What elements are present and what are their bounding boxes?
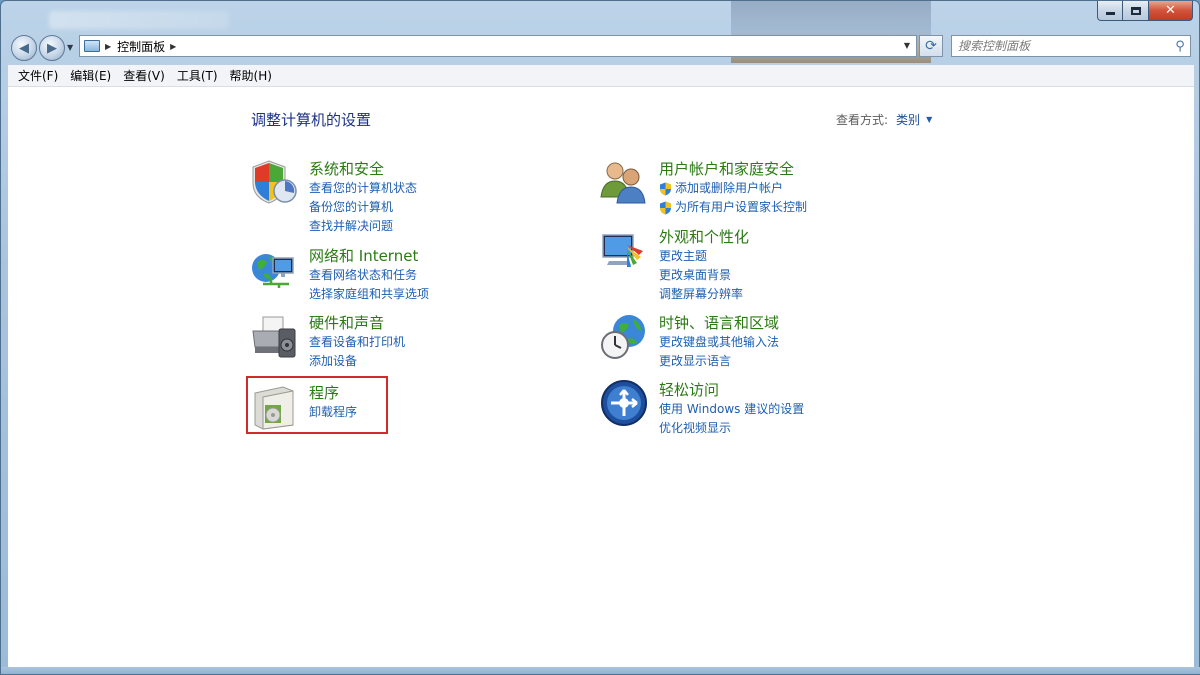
clock-globe-icon xyxy=(601,315,645,359)
maximize-button[interactable] xyxy=(1123,1,1149,21)
monitor-palette-icon xyxy=(602,234,643,267)
view-by-label: 查看方式: xyxy=(836,113,889,127)
maximize-icon xyxy=(1130,6,1141,15)
category-title[interactable]: 系统和安全 xyxy=(309,159,417,179)
caption-buttons: ✕ xyxy=(1097,1,1193,21)
category-title[interactable]: 硬件和声音 xyxy=(309,313,405,333)
link-change-input-method[interactable]: 更改键盘或其他输入法 xyxy=(659,333,779,352)
forward-arrow-icon: ▶ xyxy=(47,40,57,56)
minimize-button[interactable] xyxy=(1097,1,1123,21)
refresh-icon: ⟳ xyxy=(925,38,937,54)
category-title[interactable]: 外观和个性化 xyxy=(659,227,749,247)
back-arrow-icon: ◀ xyxy=(19,40,29,56)
address-bar[interactable]: ▶ 控制面板 ▶ ▼ xyxy=(79,35,917,57)
menu-help[interactable]: 帮助(H) xyxy=(224,67,278,84)
link-change-background[interactable]: 更改桌面背景 xyxy=(659,266,749,285)
refresh-button[interactable]: ⟳ xyxy=(919,35,943,57)
menu-view[interactable]: 查看(V) xyxy=(117,67,171,84)
close-button[interactable]: ✕ xyxy=(1149,1,1193,21)
link-parental-controls[interactable]: 为所有用户设置家长控制 xyxy=(659,198,807,217)
category-hardware-sound: 硬件和声音 查看设备和打印机 添加设备 xyxy=(249,311,405,371)
back-button[interactable]: ◀ xyxy=(11,35,37,61)
uac-shield-icon xyxy=(660,201,671,214)
view-by-dropdown-icon[interactable]: ▼ xyxy=(926,115,932,124)
category-appearance: 外观和个性化 更改主题 更改桌面背景 调整屏幕分辨率 xyxy=(599,225,749,304)
category-title[interactable]: 用户帐户和家庭安全 xyxy=(659,159,807,179)
uac-shield-icon xyxy=(660,182,671,195)
link-add-device[interactable]: 添加设备 xyxy=(309,352,405,371)
view-by-selector[interactable]: 类别 xyxy=(896,111,920,128)
search-box[interactable]: ⚲ xyxy=(951,35,1191,57)
page-title: 调整计算机的设置 xyxy=(251,111,372,129)
highlight-box xyxy=(246,376,388,434)
ease-of-access-icon xyxy=(601,380,647,426)
category-title[interactable]: 轻松访问 xyxy=(659,380,804,400)
link-view-network-status[interactable]: 查看网络状态和任务 xyxy=(309,266,429,285)
menu-bar: 文件(F) 编辑(E) 查看(V) 工具(T) 帮助(H) xyxy=(8,65,1194,87)
menu-tools[interactable]: 工具(T) xyxy=(171,67,224,84)
category-clock-region: 时钟、语言和区域 更改键盘或其他输入法 更改显示语言 xyxy=(599,311,779,371)
shield-icon xyxy=(252,160,297,204)
link-screen-resolution[interactable]: 调整屏幕分辨率 xyxy=(659,285,749,304)
category-network: 网络和 Internet 查看网络状态和任务 选择家庭组和共享选项 xyxy=(249,244,429,304)
minimize-icon xyxy=(1105,12,1115,15)
link-check-computer-status[interactable]: 查看您的计算机状态 xyxy=(309,179,417,198)
window-frame: ✕ ◀ ▶ ▼ ▶ 控制面板 ▶ ▼ ⟳ ⚲ 文件(F) 编辑(E) 查看(V)… xyxy=(0,0,1200,675)
link-text[interactable]: 添加或删除用户帐户 xyxy=(675,179,783,198)
link-optimize-video-display[interactable]: 优化视频显示 xyxy=(659,419,804,438)
link-add-remove-accounts[interactable]: 添加或删除用户帐户 xyxy=(659,179,807,198)
search-icon[interactable]: ⚲ xyxy=(1170,39,1190,54)
menu-edit[interactable]: 编辑(E) xyxy=(64,67,117,84)
breadcrumb-separator-icon[interactable]: ▶ xyxy=(170,42,176,51)
category-ease-of-access: 轻松访问 使用 Windows 建议的设置 优化视频显示 xyxy=(599,378,804,438)
link-windows-recommended-settings[interactable]: 使用 Windows 建议的设置 xyxy=(659,400,804,419)
forward-button[interactable]: ▶ xyxy=(39,35,65,61)
printer-icon xyxy=(252,316,296,358)
menu-file[interactable]: 文件(F) xyxy=(12,67,64,84)
category-title[interactable]: 时钟、语言和区域 xyxy=(659,313,779,333)
address-dropdown-icon[interactable]: ▼ xyxy=(904,41,910,50)
close-icon: ✕ xyxy=(1165,3,1176,18)
category-title[interactable]: 网络和 Internet xyxy=(309,246,429,266)
view-by: 查看方式: 类别 ▼ xyxy=(836,111,932,128)
link-change-theme[interactable]: 更改主题 xyxy=(659,247,749,266)
link-devices-printers[interactable]: 查看设备和打印机 xyxy=(309,333,405,352)
breadcrumb-separator-icon[interactable]: ▶ xyxy=(105,42,111,51)
breadcrumb-control-panel[interactable]: 控制面板 xyxy=(117,38,165,55)
control-panel-content: 调整计算机的设置 查看方式: 类别 ▼ 系统和安全 查看您的计算机状态 备份您的… xyxy=(8,87,1194,669)
link-find-fix-problems[interactable]: 查找并解决问题 xyxy=(309,217,417,236)
link-homegroup-sharing[interactable]: 选择家庭组和共享选项 xyxy=(309,285,429,304)
network-globe-icon xyxy=(252,254,294,288)
link-backup-computer[interactable]: 备份您的计算机 xyxy=(309,198,417,217)
link-text[interactable]: 为所有用户设置家长控制 xyxy=(675,198,807,217)
recent-pages-dropdown[interactable]: ▼ xyxy=(67,43,73,52)
window-bottom-border xyxy=(1,667,1200,674)
search-input[interactable] xyxy=(952,39,1170,53)
control-panel-icon xyxy=(84,40,100,52)
link-change-display-language[interactable]: 更改显示语言 xyxy=(659,352,779,371)
users-icon xyxy=(600,162,646,204)
category-user-accounts: 用户帐户和家庭安全 添加或删除用户帐户 为所有用户设置家长控制 xyxy=(599,157,807,217)
window-title-area xyxy=(49,11,229,29)
category-system-security: 系统和安全 查看您的计算机状态 备份您的计算机 查找并解决问题 xyxy=(249,157,417,236)
